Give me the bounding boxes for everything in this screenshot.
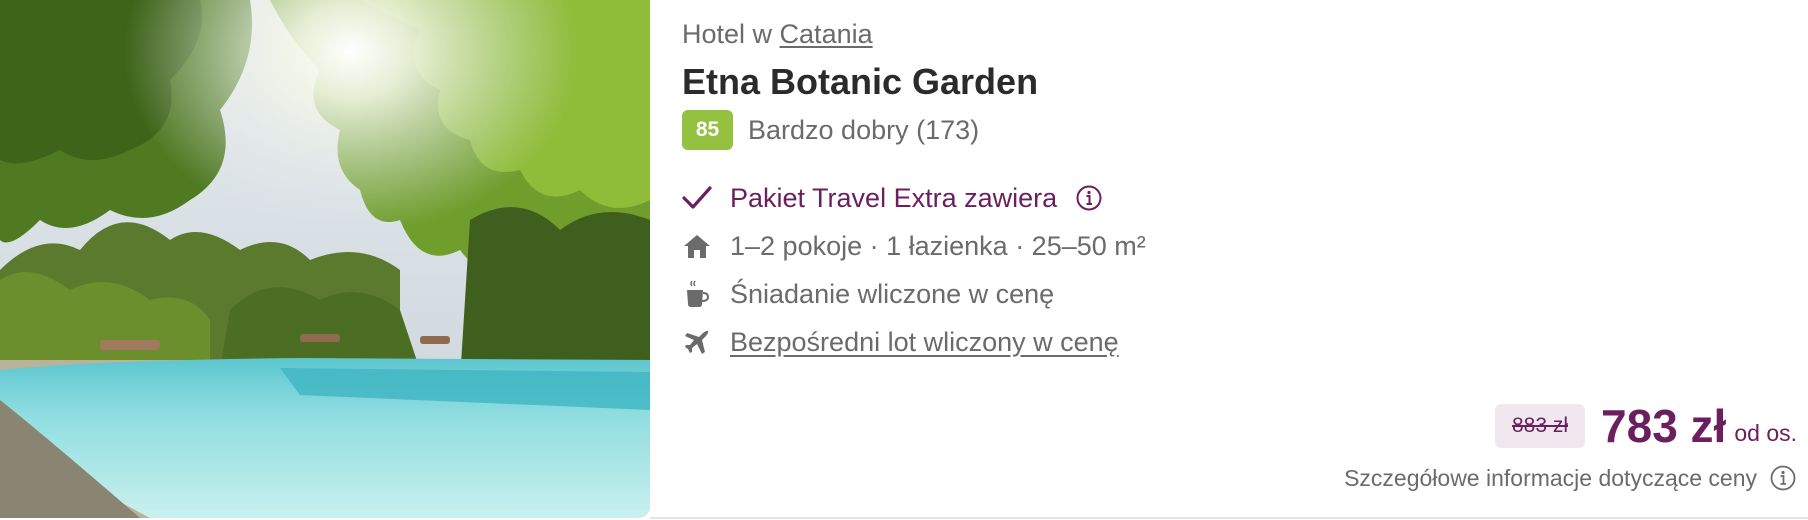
location-link[interactable]: Catania xyxy=(780,19,873,49)
feature-breakfast: Śniadanie wliczone w cenę xyxy=(682,276,1054,312)
rating-label: Bardzo dobry (173) xyxy=(748,114,980,145)
flight-info-link[interactable]: Bezpośredni lot wliczony w cenę xyxy=(730,327,1119,358)
feature-rooms: 1–2 pokoje · 1 łazienka · 25–50 m² xyxy=(682,228,1146,264)
feature-travel-extra: Pakiet Travel Extra zawiera xyxy=(682,180,1103,216)
per-person-label: od os. xyxy=(1734,419,1797,446)
feature-flight: Bezpośredni lot wliczony w cenę xyxy=(682,324,1119,360)
old-price: 883 zł xyxy=(1494,404,1586,448)
hotel-name[interactable]: Etna Botanic Garden xyxy=(682,60,1038,104)
rating: 85 Bardzo dobry (173) xyxy=(682,110,979,150)
current-price: 783 zł xyxy=(1601,400,1727,452)
hotel-card[interactable]: Hotel w Catania Etna Botanic Garden 85 B… xyxy=(0,0,1808,520)
feature-label: Śniadanie wliczone w cenę xyxy=(730,278,1055,309)
house-icon xyxy=(682,231,712,261)
hotel-location: Hotel w Catania xyxy=(682,18,873,50)
feature-label: Pakiet Travel Extra zawiera xyxy=(730,182,1058,213)
location-prefix: Hotel w xyxy=(682,19,773,49)
airplane-icon xyxy=(682,327,712,357)
info-icon[interactable] xyxy=(1769,464,1797,492)
price-details-link[interactable]: Szczegółowe informacje dotyczące ceny xyxy=(1344,462,1797,494)
feature-label: 1–2 pokoje · 1 łazienka · 25–50 m² xyxy=(730,230,1146,261)
info-icon[interactable] xyxy=(1075,184,1103,212)
card-divider xyxy=(650,517,1808,519)
price-details-label[interactable]: Szczegółowe informacje dotyczące ceny xyxy=(1344,465,1757,492)
coffee-cup-icon xyxy=(682,279,712,309)
hotel-info: Hotel w Catania Etna Botanic Garden 85 B… xyxy=(682,0,1808,520)
hotel-pool-photo xyxy=(0,0,650,518)
rating-score-badge: 85 xyxy=(682,110,733,150)
check-icon xyxy=(682,183,712,213)
hotel-photo[interactable] xyxy=(0,0,650,518)
price: 883 zł 783 zł od os. xyxy=(1494,398,1797,454)
